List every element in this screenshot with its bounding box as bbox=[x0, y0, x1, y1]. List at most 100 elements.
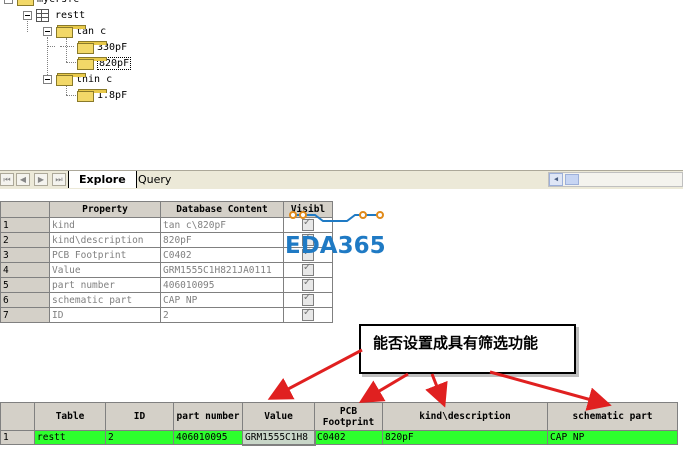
tree-view[interactable]: mycrsfc restt tan c 330pF 820pF thin c 1… bbox=[0, 0, 683, 168]
tree-node-item-selected[interactable]: 820pF bbox=[77, 56, 132, 70]
table-cell[interactable]: 820pF bbox=[382, 430, 548, 445]
tree-node-group-tan-c[interactable]: tan c bbox=[43, 24, 106, 38]
content-cell[interactable]: C0402 bbox=[160, 247, 284, 263]
tree-node-item[interactable]: 1.8pF bbox=[77, 88, 127, 102]
tree-connector bbox=[66, 85, 67, 95]
annotation-callout: 能否设置成具有筛选功能 bbox=[359, 324, 576, 374]
table-cell[interactable]: 406010095 bbox=[173, 430, 243, 445]
collapse-icon[interactable] bbox=[4, 0, 13, 4]
table-row[interactable]: 3 PCB Footprint C0402 bbox=[0, 247, 333, 263]
collapse-icon[interactable] bbox=[23, 10, 32, 20]
column-header-value[interactable]: Value bbox=[242, 402, 315, 431]
table-row[interactable]: 4 Value GRM1555C1H821JA0111 bbox=[0, 262, 333, 278]
visible-cell[interactable] bbox=[283, 262, 333, 278]
visible-cell[interactable] bbox=[283, 277, 333, 293]
first-tab-button[interactable]: ⏮ bbox=[0, 173, 14, 186]
content-cell[interactable]: 406010095 bbox=[160, 277, 284, 293]
content-cell[interactable]: 2 bbox=[160, 307, 284, 323]
visible-checkbox[interactable] bbox=[302, 279, 314, 291]
property-cell[interactable]: schematic part bbox=[49, 292, 161, 308]
next-tab-button[interactable]: ▶ bbox=[34, 173, 48, 186]
property-cell[interactable]: part number bbox=[49, 277, 161, 293]
tab-bar: ⏮ ◀ ▶ ⏭ Explore Query ◀ bbox=[0, 170, 683, 189]
table-cell[interactable]: C0402 bbox=[314, 430, 383, 445]
tab-query[interactable]: Query bbox=[128, 171, 181, 188]
column-header-pcb-footprint[interactable]: PCB Footprint bbox=[314, 402, 383, 431]
table-row[interactable]: 6 schematic part CAP NP bbox=[0, 292, 333, 308]
visible-checkbox[interactable] bbox=[302, 309, 314, 321]
arrow-to-schematic-part bbox=[489, 370, 612, 411]
arrow-to-kind-description bbox=[425, 373, 448, 408]
table-cell[interactable]: CAP NP bbox=[547, 430, 678, 445]
column-header-database-content[interactable]: Database Content bbox=[160, 201, 284, 218]
circuit-trace-icon bbox=[289, 211, 384, 222]
property-cell[interactable]: PCB Footprint bbox=[49, 247, 161, 263]
row-number[interactable]: 4 bbox=[0, 262, 50, 278]
visible-cell[interactable] bbox=[283, 292, 333, 308]
row-number[interactable]: 7 bbox=[0, 307, 50, 323]
tree-connector bbox=[60, 46, 74, 47]
folder-icon bbox=[77, 57, 107, 70]
table-row[interactable]: 2 kind\description 820pF bbox=[0, 232, 333, 248]
table-icon bbox=[36, 8, 49, 22]
results-grid: Table ID part number Value PCB Footprint… bbox=[0, 402, 678, 446]
tree-node-item[interactable]: 330pF bbox=[77, 40, 127, 54]
table-cell-selected[interactable]: GRM1555C1H8 bbox=[241, 429, 316, 446]
column-header-property[interactable]: Property bbox=[49, 201, 161, 218]
table-row[interactable]: 5 part number 406010095 bbox=[0, 277, 333, 293]
content-cell[interactable]: tan c\820pF bbox=[160, 217, 284, 233]
tab-explore[interactable]: Explore bbox=[68, 171, 137, 188]
property-cell[interactable]: kind bbox=[49, 217, 161, 233]
property-cell[interactable]: Value bbox=[49, 262, 161, 278]
content-cell[interactable]: CAP NP bbox=[160, 292, 284, 308]
last-tab-button[interactable]: ⏭ bbox=[52, 173, 66, 186]
content-cell[interactable]: GRM1555C1H821JA0111 bbox=[160, 262, 284, 278]
tree-connector bbox=[66, 95, 76, 96]
row-header-corner bbox=[0, 402, 35, 431]
tree-node-table[interactable]: restt bbox=[23, 8, 85, 22]
row-number[interactable]: 1 bbox=[0, 430, 35, 445]
table-row[interactable]: 7 ID 2 bbox=[0, 307, 333, 323]
row-number[interactable]: 5 bbox=[0, 277, 50, 293]
column-header-kind-description[interactable]: kind\description bbox=[382, 402, 548, 431]
visible-checkbox[interactable] bbox=[302, 264, 314, 276]
row-number[interactable]: 6 bbox=[0, 292, 50, 308]
tree-node-group-thin-c[interactable]: thin c bbox=[43, 72, 112, 86]
horizontal-scrollbar[interactable]: ◀ bbox=[548, 172, 683, 187]
tree-node-label: mycrsfc bbox=[37, 0, 79, 5]
column-header-table[interactable]: Table bbox=[34, 402, 106, 431]
folder-icon bbox=[77, 41, 107, 54]
scroll-thumb[interactable] bbox=[565, 174, 579, 185]
row-header-corner bbox=[0, 201, 50, 218]
property-cell[interactable]: kind\description bbox=[49, 232, 161, 248]
collapse-icon[interactable] bbox=[43, 26, 52, 36]
tree-connector bbox=[66, 38, 67, 62]
property-grid: Property Database Content Visibl 1 kind ta… bbox=[0, 201, 333, 323]
eda365-watermark: EDA365 bbox=[285, 203, 405, 263]
tree-connector bbox=[66, 62, 76, 63]
folder-icon bbox=[77, 89, 107, 102]
table-row[interactable]: 1 restt 2 406010095 GRM1555C1H8 C0402 82… bbox=[0, 429, 678, 446]
folder-icon bbox=[56, 73, 86, 86]
property-cell[interactable]: ID bbox=[49, 307, 161, 323]
visible-checkbox[interactable] bbox=[302, 294, 314, 306]
column-header-id[interactable]: ID bbox=[105, 402, 174, 431]
folder-icon bbox=[17, 0, 34, 6]
column-header-schematic-part[interactable]: schematic part bbox=[547, 402, 678, 431]
scroll-left-icon[interactable]: ◀ bbox=[549, 173, 563, 186]
table-cell[interactable]: 2 bbox=[105, 430, 174, 445]
prev-tab-button[interactable]: ◀ bbox=[16, 173, 30, 186]
arrow-to-pcb-footprint bbox=[358, 372, 409, 404]
folder-icon bbox=[56, 25, 86, 38]
watermark-text: EDA365 bbox=[285, 233, 386, 259]
content-cell[interactable]: 820pF bbox=[160, 232, 284, 248]
table-cell[interactable]: restt bbox=[34, 430, 106, 445]
collapse-icon[interactable] bbox=[43, 74, 52, 84]
column-header-part-number[interactable]: part number bbox=[173, 402, 243, 431]
row-number[interactable]: 3 bbox=[0, 247, 50, 263]
tree-node-root[interactable]: mycrsfc bbox=[4, 0, 79, 6]
row-number[interactable]: 2 bbox=[0, 232, 50, 248]
table-row[interactable]: 1 kind tan c\820pF bbox=[0, 217, 333, 233]
visible-cell[interactable] bbox=[283, 307, 333, 323]
row-number[interactable]: 1 bbox=[0, 217, 50, 233]
